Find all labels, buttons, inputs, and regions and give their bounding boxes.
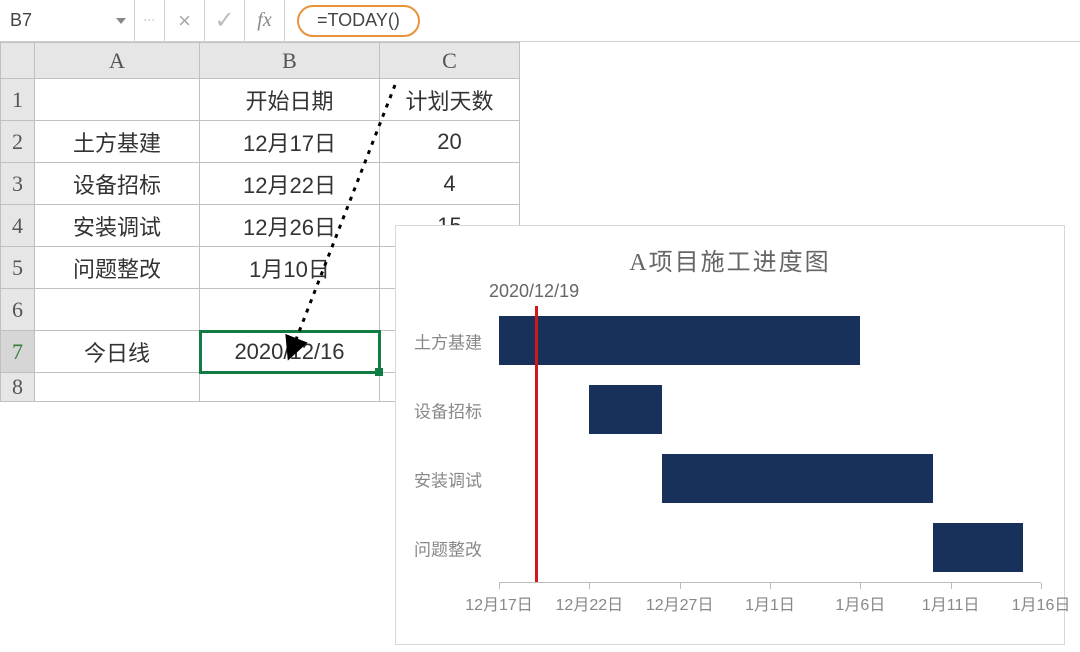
chart-tick: 1月16日	[1041, 583, 1042, 630]
cell-a4[interactable]: 安装调试	[35, 205, 200, 247]
chart-today-label: 2020/12/19	[489, 281, 1046, 302]
cell-a5[interactable]: 问题整改	[35, 247, 200, 289]
cell-b3[interactable]: 12月22日	[200, 163, 380, 205]
cell-a2[interactable]: 土方基建	[35, 121, 200, 163]
name-box[interactable]: B7	[0, 0, 135, 41]
insert-function-button[interactable]: fx	[245, 0, 285, 41]
name-box-dropdown-icon[interactable]	[116, 18, 126, 24]
col-header-b[interactable]: B	[200, 43, 380, 79]
formula-toolbar-more-icon[interactable]: ⋮	[135, 0, 165, 41]
row-header-3[interactable]: 3	[1, 163, 35, 205]
cell-c3[interactable]: 4	[380, 163, 520, 205]
cell-a7[interactable]: 今日线	[35, 331, 200, 373]
cell-b4[interactable]: 12月26日	[200, 205, 380, 247]
row-header-1[interactable]: 1	[1, 79, 35, 121]
cell-a1[interactable]	[35, 79, 200, 121]
formula-cancel-button[interactable]	[165, 0, 205, 41]
chart-today-line	[535, 306, 538, 582]
formula-confirm-button[interactable]	[205, 0, 245, 41]
chart-title: A项目施工进度图	[414, 242, 1046, 277]
formula-input[interactable]: =TODAY()	[285, 0, 1080, 41]
chart-bar-label: 问题整改	[414, 535, 492, 560]
cell-a8[interactable]	[35, 373, 200, 402]
cell-b6[interactable]	[200, 289, 380, 331]
chart-today-line-wrap	[499, 306, 1041, 606]
cell-b2[interactable]: 12月17日	[200, 121, 380, 163]
row-header-5[interactable]: 5	[1, 247, 35, 289]
cell-c1[interactable]: 计划天数	[380, 79, 520, 121]
cell-b7-value: 2020/12/16	[234, 339, 344, 364]
chart-bar-label: 土方基建	[414, 328, 492, 353]
chart-plot-area: 土方基建设备招标安装调试问题整改12月17日12月22日12月27日1月1日1月…	[414, 306, 1046, 606]
fill-handle[interactable]	[375, 368, 383, 376]
cell-a6[interactable]	[35, 289, 200, 331]
row-header-7[interactable]: 7	[1, 331, 35, 373]
chart-bar-label: 安装调试	[414, 466, 492, 491]
col-header-c[interactable]: C	[380, 43, 520, 79]
select-all-corner[interactable]	[1, 43, 35, 79]
cell-b1[interactable]: 开始日期	[200, 79, 380, 121]
formula-toolbar: ⋮ fx	[135, 0, 285, 41]
gantt-chart-panel: A项目施工进度图 2020/12/19 土方基建设备招标安装调试问题整改12月1…	[395, 225, 1065, 645]
cell-b7[interactable]: 2020/12/16	[200, 331, 380, 373]
row-header-8[interactable]: 8	[1, 373, 35, 402]
cell-b5[interactable]: 1月10日	[200, 247, 380, 289]
row-header-6[interactable]: 6	[1, 289, 35, 331]
row-header-2[interactable]: 2	[1, 121, 35, 163]
col-header-a[interactable]: A	[35, 43, 200, 79]
cell-c2[interactable]: 20	[380, 121, 520, 163]
formula-bar: B7 ⋮ fx =TODAY()	[0, 0, 1080, 42]
cell-a3[interactable]: 设备招标	[35, 163, 200, 205]
name-box-value: B7	[10, 10, 32, 31]
formula-text: =TODAY()	[297, 5, 420, 37]
chart-bar-label: 设备招标	[414, 397, 492, 422]
row-header-4[interactable]: 4	[1, 205, 35, 247]
cell-b8[interactable]	[200, 373, 380, 402]
